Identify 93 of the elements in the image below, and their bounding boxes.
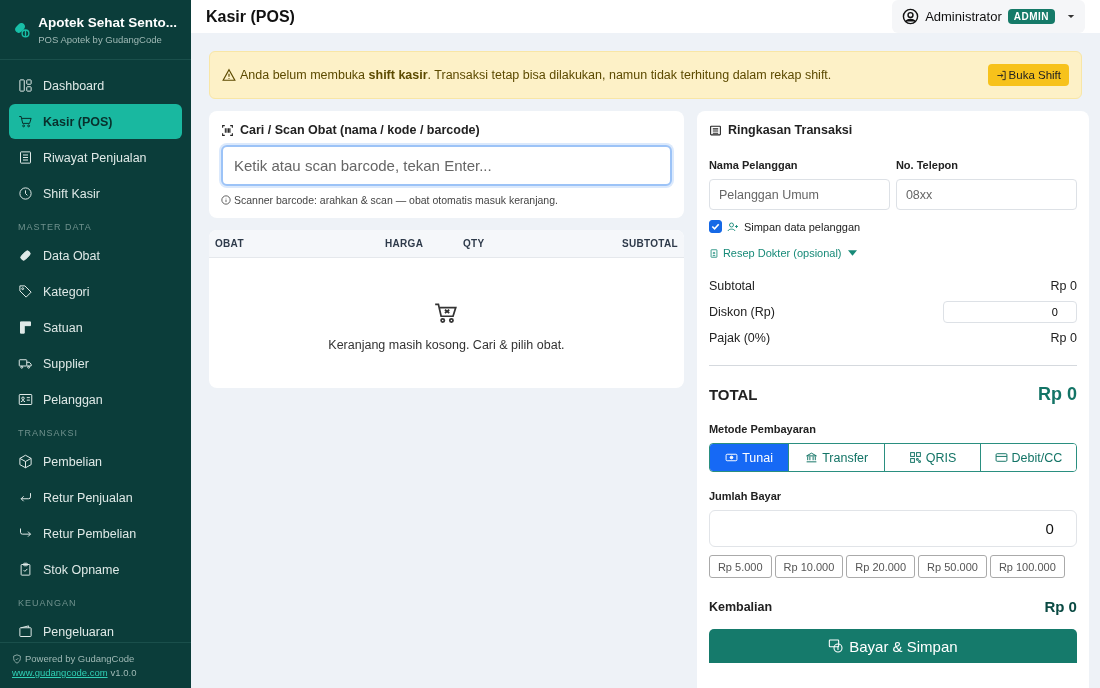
hint-text: Scanner barcode: arahkan & scan — obat otomatis masuk keranjang. [234,194,558,206]
open-shift-button[interactable]: Buka Shift [987,64,1069,86]
payment-icon [725,451,739,464]
payment-method-tab[interactable]: Tunai [709,444,789,471]
nav-item[interactable]: Kategori [9,274,182,309]
checkbox[interactable] [708,220,722,233]
nav-item[interactable]: Data Obat [9,238,182,273]
nav-item[interactable]: Satuan [9,310,182,345]
app-subtitle: POS Apotek by GudangCode [38,33,163,45]
powered-by-text: Powered by GudangCode [25,653,135,664]
nav-icon [18,78,33,93]
user-avatar-icon [902,8,920,25]
nav-item[interactable]: Pembelian [9,444,182,479]
nav-item[interactable]: Shift Kasir [9,176,182,211]
website-link[interactable]: www.gudangcode.com [12,667,108,678]
field-label: Jumlah Bayar [708,490,782,502]
nav-item[interactable]: Riwayat Penjualan [9,140,182,175]
user-plus-icon [726,220,739,233]
quick-amount-button[interactable]: Rp 20.000 [846,555,916,578]
nav-icon [18,624,33,639]
section-heading: MASTER DATA [17,221,93,234]
nav-icon [18,356,33,371]
nav-item[interactable]: Kasir (POS) [9,104,182,139]
quick-amount-button[interactable]: Rp 100.000 [989,555,1065,578]
search-field[interactable]: Ketik atau scan barcode, tekan Enter... [221,145,672,186]
nav-icon [18,150,33,165]
nav-item[interactable]: Supplier [9,346,182,381]
nav-item[interactable]: Retur Penjualan [9,480,182,515]
nav-icon [18,320,33,335]
nav-icon [18,114,33,129]
empty-cart-message: Keranjang masih kosong. Cari & pilih obat. [328,338,565,352]
nav-item[interactable]: Pengeluaran [9,614,182,642]
section-heading: TRANSAKSI [17,427,79,440]
discount-label: Diskon (Rp) [708,305,775,319]
nav-icon [18,562,33,577]
barcode-scan-icon [221,123,234,137]
tax-label: Pajak (0%) [708,331,771,345]
section-heading: KEUANGAN [17,597,78,610]
summary-title: Ringkasan Transaksi [727,123,853,137]
discount-field[interactable]: 0 [942,301,1077,323]
nav-item[interactable]: Retur Pembelian [9,516,182,551]
payment-icon [994,451,1008,464]
search-label: Cari / Scan Obat (nama / kode / barcode) [240,123,480,137]
column-header: OBAT [215,238,245,249]
total-label: TOTAL [708,386,758,403]
checkbox-label: Simpan data pelanggan [743,220,861,233]
column-header: HARGA [385,238,425,249]
quick-amount-button[interactable]: Rp 50.000 [918,555,987,578]
field-label: Metode Pembayaran [708,423,816,435]
field-label: No. Telepon [895,159,959,171]
page-title: Kasir (POS) [206,7,295,26]
payment-amount-field[interactable]: 0 [708,510,1077,547]
info-icon [221,195,231,205]
payment-icon [908,451,922,464]
nav-icon [18,392,33,407]
quick-amount-button[interactable]: Rp 10.000 [774,555,844,578]
column-header: QTY [463,238,486,249]
pay-and-save-button[interactable]: Bayar & Simpan [708,629,1077,663]
tax-value: Rp 0 [1050,331,1077,345]
warning-icon [222,68,236,82]
subtotal-value: Rp 0 [1050,279,1077,293]
shield-icon [12,653,22,664]
quick-amount-button[interactable]: Rp 5.000 [708,555,772,578]
payment-icon [805,451,819,464]
phone-field[interactable]: 08xx [895,179,1077,210]
nav-icon [18,186,33,201]
empty-cart-icon [433,300,460,326]
subtotal-label: Subtotal [708,279,755,293]
prescription-toggle[interactable]: Resep Dokter (opsional) [708,247,857,259]
user-menu[interactable]: Administrator ADMIN [892,0,1085,33]
change-label: Kembalian [708,599,773,614]
change-value: Rp 0 [1044,598,1077,615]
app-title: Apotek Sehat Sento... [38,14,177,30]
nav-icon [18,248,33,263]
caret-icon [847,250,857,256]
role-badge: ADMIN [1007,9,1055,24]
login-icon [995,69,1007,81]
nav-icon [18,454,33,469]
customer-name-field[interactable]: Pelanggan Umum [708,179,890,210]
version-text: v1.0.0 [110,667,137,678]
total-value: Rp 0 [1037,384,1077,405]
caret-icon [1067,14,1075,19]
nav-item[interactable]: Pelanggan [9,382,182,417]
payment-method-tab[interactable]: Debit/CC [980,444,1076,471]
document-icon [708,247,719,259]
list-icon [708,123,722,137]
nav-item[interactable]: Stok Opname [9,552,182,587]
money-icon [828,638,845,654]
warning-message: Anda belum membuka shift kasir. Transaksi tetap bisa dilakukan, namun tidak terhitung dalam rekap shift. [240,68,833,82]
nav-icon [18,284,33,299]
column-header: SUBTOTAL [622,238,678,249]
field-label: Nama Pelanggan [708,159,798,171]
nav-item[interactable]: Dashboard [9,68,182,103]
